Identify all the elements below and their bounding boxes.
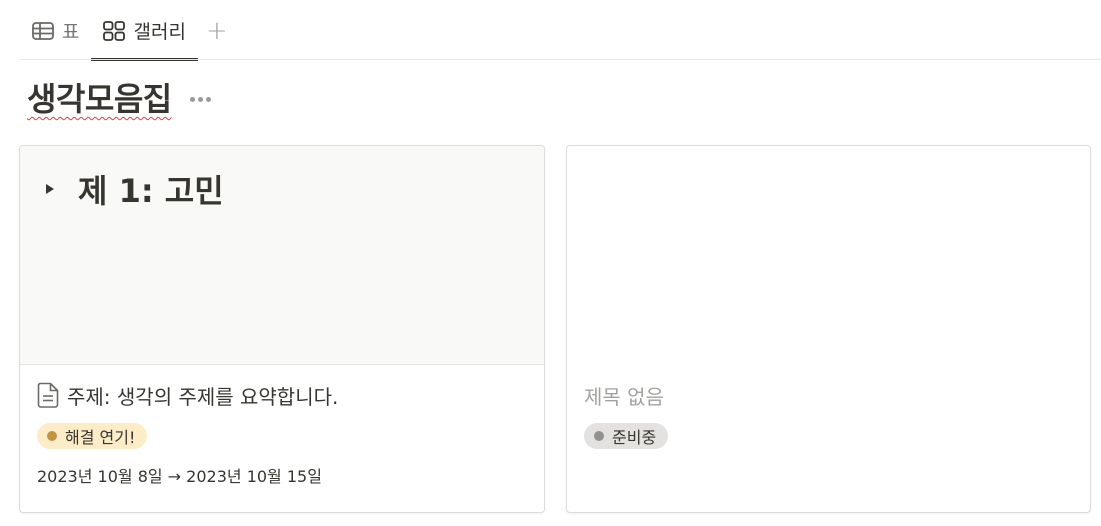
tab-table[interactable]: 표 bbox=[20, 0, 91, 61]
card-cover: 제 1: 고민 bbox=[20, 146, 544, 365]
page-title[interactable]: 생각모음집 bbox=[27, 74, 172, 120]
status-label: 해결 연기! bbox=[65, 428, 136, 447]
toggle-heading-text: 제 1: 고민 bbox=[78, 172, 224, 210]
plus-icon: + bbox=[205, 15, 228, 46]
card-title-row: 주제: 생각의 주제를 요약합니다. bbox=[37, 379, 527, 411]
tab-gallery[interactable]: 갤러리 bbox=[91, 0, 199, 61]
tabs-divider bbox=[20, 59, 1101, 60]
date-range: 2023년 10월 8일 → 2023년 10월 15일 bbox=[37, 467, 322, 486]
status-badge: 준비중 bbox=[584, 423, 669, 449]
card-cover bbox=[567, 146, 1090, 365]
status-dot bbox=[594, 431, 604, 441]
page-header: 생각모음집 bbox=[27, 74, 211, 120]
page-document-icon bbox=[37, 382, 59, 408]
view-tabs: 표 갤러리 + bbox=[20, 0, 1101, 61]
card-body: 제목 없음 준비중 bbox=[567, 365, 1090, 449]
card-title: 주제: 생각의 주제를 요약합니다. bbox=[67, 384, 339, 409]
toggle-heading: 제 1: 고민 bbox=[46, 166, 224, 212]
card-title: 제목 없음 bbox=[584, 384, 664, 409]
more-options-icon[interactable] bbox=[189, 74, 211, 120]
status-label: 준비중 bbox=[612, 428, 657, 447]
card-body: 주제: 생각의 주제를 요약합니다. 해결 연기! 2023년 10월 8일 →… bbox=[20, 365, 544, 487]
toggle-triangle-icon bbox=[46, 184, 54, 194]
card-title-row: 제목 없음 bbox=[584, 379, 1073, 411]
tab-table-label: 표 bbox=[62, 21, 80, 43]
tab-gallery-label: 갤러리 bbox=[133, 21, 186, 43]
table-icon bbox=[32, 21, 54, 40]
status-dot bbox=[47, 431, 57, 441]
gallery-icon bbox=[103, 20, 126, 41]
status-badge: 해결 연기! bbox=[37, 423, 148, 449]
add-view-button[interactable]: + bbox=[198, 0, 236, 61]
gallery-card[interactable]: 제 1: 고민 주제: 생각의 주제를 요약합니다. 해결 연기! 2023년 … bbox=[19, 145, 545, 513]
gallery-card[interactable]: 제목 없음 준비중 bbox=[566, 145, 1091, 513]
